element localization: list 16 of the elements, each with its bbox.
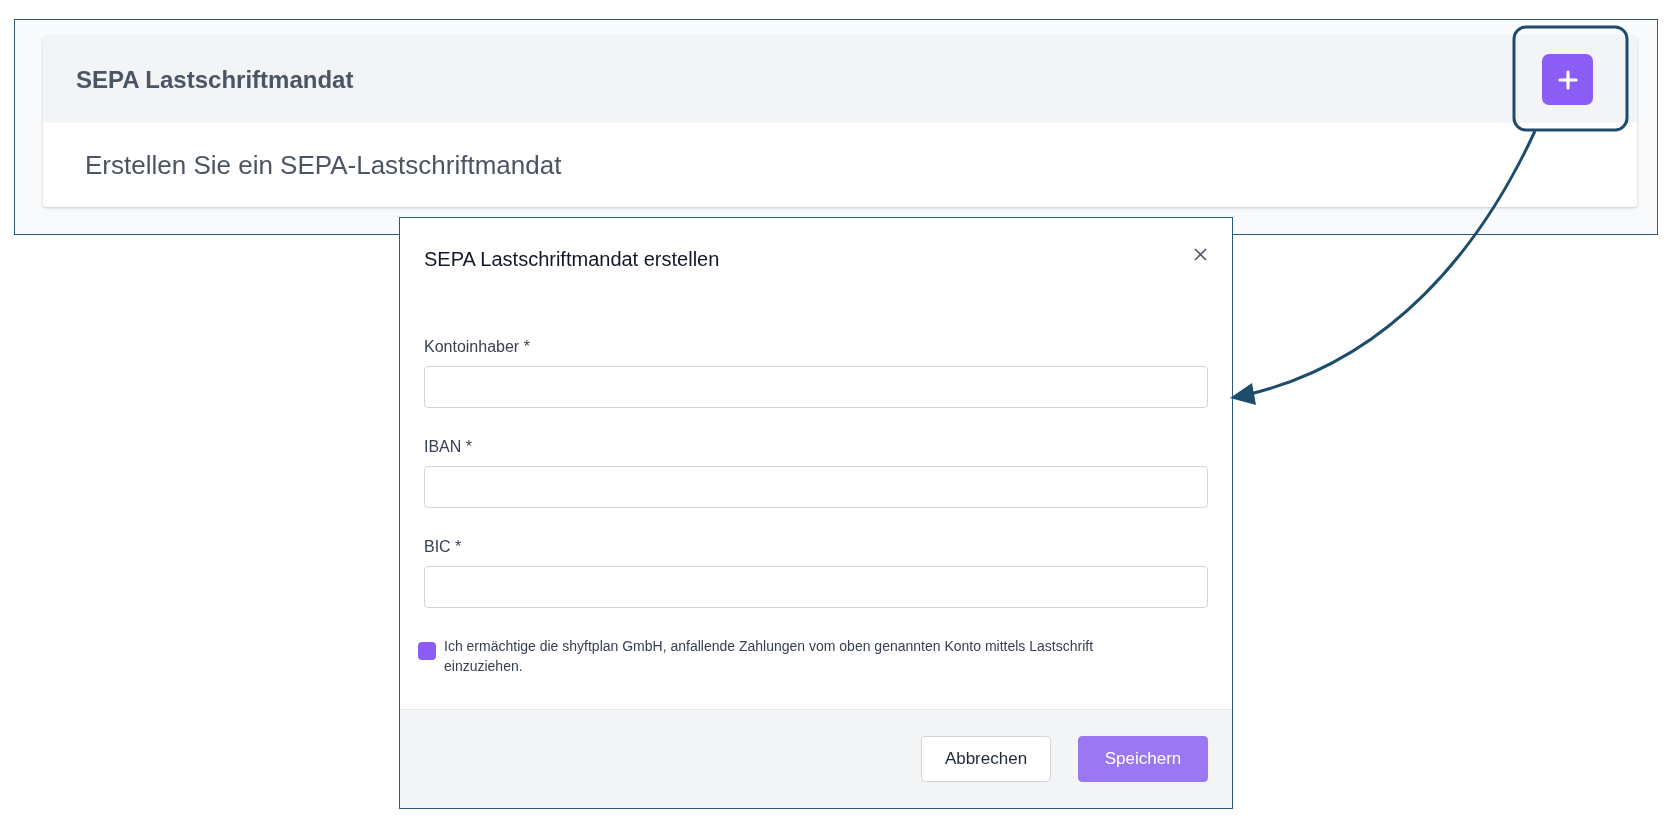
input-field[interactable] <box>424 566 1208 608</box>
close-icon <box>1194 248 1207 261</box>
field-label: IBAN * <box>424 438 473 456</box>
add-button[interactable] <box>1542 54 1593 105</box>
plus-icon <box>1557 69 1578 90</box>
card-title: SEPA Lastschriftmandat <box>76 65 354 94</box>
consent-text: Ich ermächtige die shyftplan GmbH, anfallende Zahlungen vom oben genannten Konto mittels Lastschrift einzuziehen. <box>444 637 1095 676</box>
checkbox[interactable] <box>418 642 436 660</box>
field-label: Kontoinhaber * <box>424 338 531 356</box>
dialog-title: SEPA Lastschriftmandat erstellen <box>424 248 720 271</box>
cancel-button[interactable]: Abbrechen <box>921 736 1051 782</box>
close-button[interactable] <box>1194 248 1208 262</box>
input-field[interactable] <box>424 366 1208 408</box>
field-label: BIC * <box>424 538 463 556</box>
input-field[interactable] <box>424 466 1208 508</box>
card-description: Erstellen Sie ein SEPA-Lastschriftmandat <box>85 149 562 181</box>
